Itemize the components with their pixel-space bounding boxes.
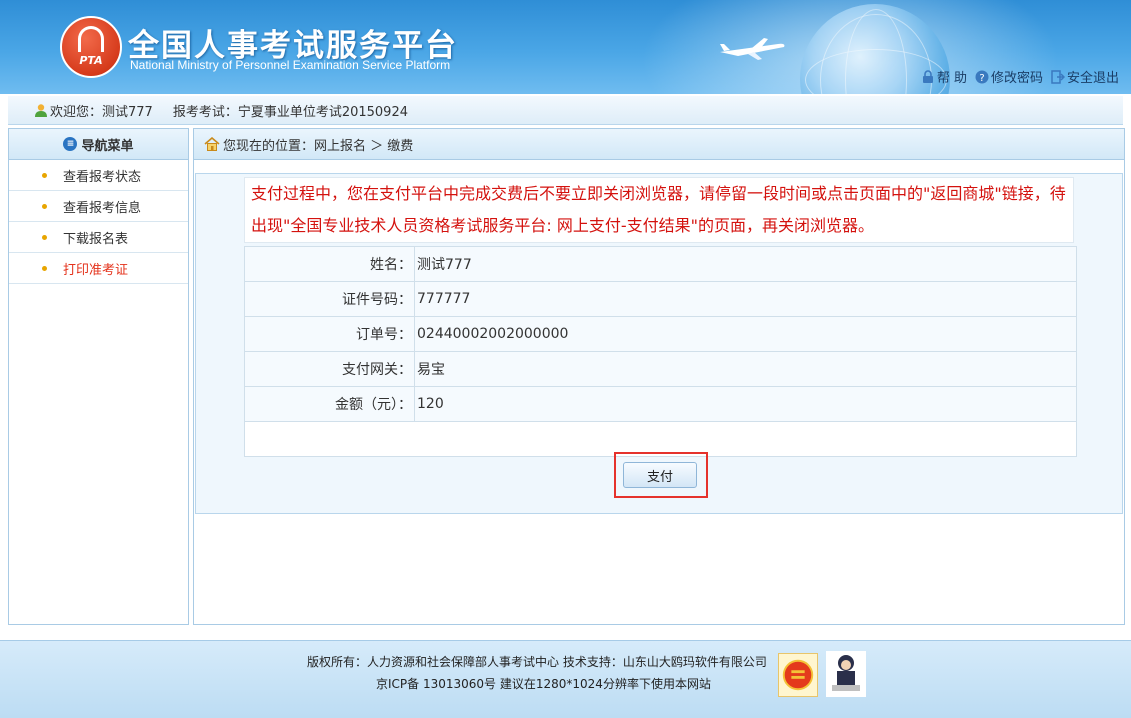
value-gateway: 易宝 <box>414 351 1077 387</box>
value-order-number: 02440002002000000 <box>414 316 1077 352</box>
exit-icon <box>1051 69 1065 84</box>
table-row: 支付网关： 易宝 <box>244 351 1077 387</box>
exam-name: 报考考试：宁夏事业单位考试20150924 <box>172 104 408 120</box>
label-gateway: 支付网关： <box>244 351 415 387</box>
nav-item-download-form[interactable]: 下载报名表 <box>9 222 188 253</box>
table-row: 订单号： 02440002002000000 <box>244 316 1077 352</box>
table-row: 证件号码： 777777 <box>244 281 1077 317</box>
bullet-icon <box>42 265 47 271</box>
user-icon <box>35 104 47 117</box>
site-header: PTA 全国人事考试服务平台 National Ministry of Pers… <box>0 0 1131 94</box>
bullet-icon <box>42 234 47 240</box>
nav-item-view-info[interactable]: 查看报考信息 <box>9 191 188 222</box>
main-panel: 您现在的位置：网上报名 ＞ 缴费 支付过程中，您在支付平台中完成交费后不要立即关… <box>193 128 1125 625</box>
bullet-icon <box>42 203 47 209</box>
home-icon <box>204 137 220 151</box>
help-link[interactable]: 帮 助 <box>921 67 967 86</box>
lock-icon <box>922 69 933 83</box>
welcome-bar: 欢迎您：测试777 报考考试：宁夏事业单位考试20150924 <box>8 96 1123 125</box>
payment-notice: 支付过程中，您在支付平台中完成交费后不要立即关闭浏览器，请停留一段时间或点击页面… <box>244 177 1074 243</box>
logout-link[interactable]: 安全退出 <box>1051 67 1119 86</box>
label-id-number: 证件号码： <box>244 281 415 317</box>
police-badge-icon <box>826 651 866 697</box>
header-links: 帮 助 ? 修改密码 安全退出 <box>921 67 1119 86</box>
pay-button-highlight: 支付 <box>614 452 708 498</box>
table-row: 姓名： 测试777 <box>244 246 1077 282</box>
pta-logo: PTA <box>60 16 122 78</box>
nav-menu-title: ≡ 导航菜单 <box>9 129 188 160</box>
payment-content: 支付过程中，您在支付平台中完成交费后不要立即关闭浏览器，请停留一段时间或点击页面… <box>195 173 1123 514</box>
pay-button[interactable]: 支付 <box>623 462 697 488</box>
nav-item-view-status[interactable]: 查看报考状态 <box>9 160 188 191</box>
breadcrumb: 您现在的位置：网上报名 ＞ 缴费 <box>194 129 1124 160</box>
table-row: 金额（元）： 120 <box>244 386 1077 422</box>
svg-text:?: ? <box>979 73 984 84</box>
welcome-text: 欢迎您：测试777 <box>50 104 153 120</box>
label-amount: 金额（元）： <box>244 386 415 422</box>
bullet-icon <box>42 172 47 178</box>
value-amount: 120 <box>414 386 1077 422</box>
help-circle-icon: ? <box>975 70 989 84</box>
label-name: 姓名： <box>244 246 415 282</box>
change-password-link[interactable]: ? 修改密码 <box>975 67 1043 86</box>
footer-icp: 京ICP备 13013060号 建议在1280*1024分辨率下使用本网站 <box>376 677 711 691</box>
nav-menu: ≡ 导航菜单 查看报考状态 查看报考信息 下载报名表 打印准考证 <box>8 128 189 625</box>
site-footer: 版权所有：人力资源和社会保障部人事考试中心 技术支持：山东山大鸥玛软件有限公司 … <box>0 640 1131 718</box>
value-name: 测试777 <box>414 246 1077 282</box>
airplane-icon <box>720 38 785 60</box>
value-id-number: 777777 <box>414 281 1077 317</box>
footer-copyright: 版权所有：人力资源和社会保障部人事考试中心 技术支持：山东山大鸥玛软件有限公司 <box>307 655 767 669</box>
nav-item-print-ticket[interactable]: 打印准考证 <box>9 253 188 284</box>
emblem-badge-icon <box>778 653 818 697</box>
payment-info-table: 姓名： 测试777 证件号码： 777777 订单号： 024400020020… <box>244 246 1077 457</box>
site-subtitle: National Ministry of Personnel Examinati… <box>130 58 451 72</box>
menu-icon: ≡ <box>63 137 78 151</box>
label-order-number: 订单号： <box>244 316 415 352</box>
